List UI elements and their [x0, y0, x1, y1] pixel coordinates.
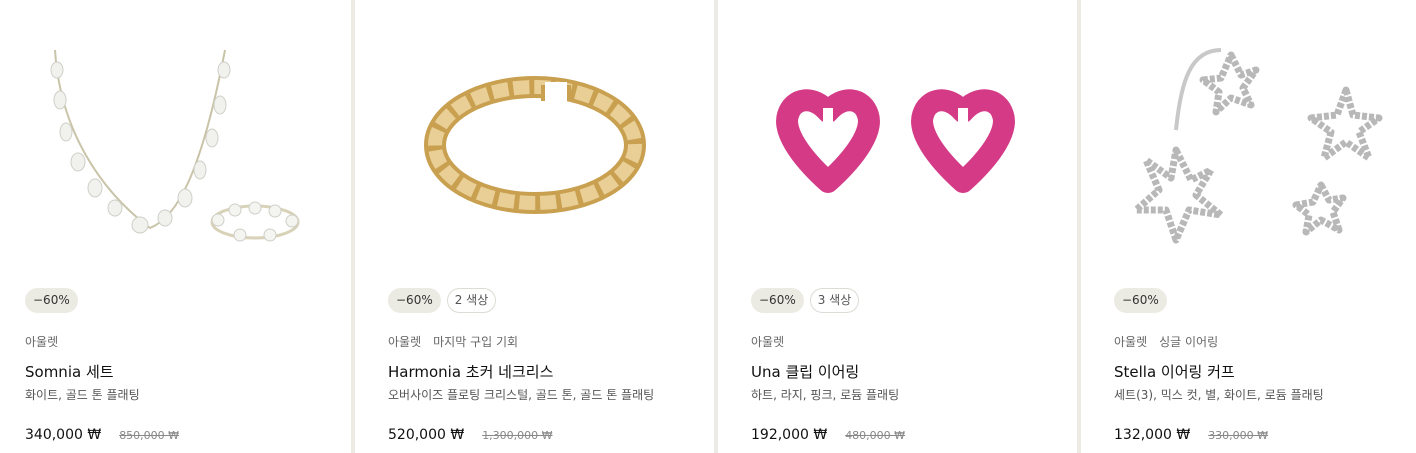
discount-badge: −60%	[25, 288, 78, 313]
category-row: 아울렛 마지막 구입 기회	[388, 333, 518, 350]
necklace-ring-image	[50, 49, 300, 242]
product-description: 하트, 라지, 핑크, 로듐 플래팅	[751, 388, 900, 402]
original-price: 1,300,000 ₩	[482, 429, 553, 442]
price-row: 340,000 ₩ 850,000 ₩	[25, 427, 179, 443]
product-description: 오버사이즈 플로팅 크리스털, 골드 톤, 골드 톤 플래팅	[388, 388, 655, 402]
sale-price: 132,000 ₩	[1114, 427, 1191, 443]
badge-row: −60%	[1114, 288, 1167, 313]
badge-row: −60%	[25, 288, 78, 313]
product-image-una[interactable]	[718, 20, 1077, 270]
price-row: 132,000 ₩ 330,000 ₩	[1114, 427, 1268, 443]
category-row: 아울렛	[25, 333, 58, 350]
product-name[interactable]: Una 클립 이어링	[751, 361, 859, 382]
product-image-somnia[interactable]	[0, 20, 351, 270]
sale-price: 340,000 ₩	[25, 427, 102, 443]
badge-row: −60% 2 색상	[388, 288, 497, 313]
discount-badge: −60%	[388, 288, 441, 313]
tag-label: 마지막 구입 기회	[433, 335, 519, 349]
original-price: 850,000 ₩	[119, 429, 180, 442]
product-name[interactable]: Somnia 세트	[25, 361, 114, 382]
product-card-somnia[interactable]: −60% 아울렛 Somnia 세트 화이트, 골드 톤 플래팅 340,000…	[0, 0, 351, 453]
product-description: 세트(3), 믹스 컷, 별, 화이트, 로듐 플래팅	[1114, 388, 1324, 402]
product-card-stella[interactable]: −60% 아울렛 싱글 이어링 Stella 이어링 커프 세트(3), 믹스 …	[1081, 0, 1416, 453]
product-image-harmonia[interactable]	[355, 20, 714, 270]
category-label: 아울렛	[25, 335, 59, 349]
tag-label: 싱글 이어링	[1159, 335, 1219, 349]
price-row: 520,000 ₩ 1,300,000 ₩	[388, 427, 553, 443]
category-row: 아울렛	[751, 333, 784, 350]
category-label: 아울렛	[388, 335, 422, 349]
pink-heart-earrings-image	[776, 89, 1015, 193]
product-name[interactable]: Harmonia 초커 네크리스	[388, 361, 553, 382]
product-grid: −60% 아울렛 Somnia 세트 화이트, 골드 톤 플래팅 340,000…	[0, 0, 1416, 453]
product-card-una[interactable]: −60% 3 색상 아울렛 Una 클립 이어링 하트, 라지, 핑크, 로듐 …	[718, 0, 1077, 453]
product-description: 화이트, 골드 톤 플래팅	[25, 388, 140, 402]
category-row: 아울렛 싱글 이어링	[1114, 333, 1218, 350]
original-price: 480,000 ₩	[845, 429, 906, 442]
sale-price: 520,000 ₩	[388, 427, 465, 443]
gold-choker-image	[424, 76, 646, 214]
color-count-badge[interactable]: 2 색상	[446, 288, 497, 313]
star-ear-cuffs-image	[1132, 48, 1383, 244]
discount-badge: −60%	[751, 288, 804, 313]
product-image-stella[interactable]	[1081, 20, 1416, 270]
category-label: 아울렛	[751, 335, 785, 349]
sale-price: 192,000 ₩	[751, 427, 828, 443]
discount-badge: −60%	[1114, 288, 1167, 313]
category-label: 아울렛	[1114, 335, 1148, 349]
color-count-badge[interactable]: 3 색상	[809, 288, 860, 313]
price-row: 192,000 ₩ 480,000 ₩	[751, 427, 905, 443]
badge-row: −60% 3 색상	[751, 288, 860, 313]
original-price: 330,000 ₩	[1208, 429, 1269, 442]
product-card-harmonia[interactable]: −60% 2 색상 아울렛 마지막 구입 기회 Harmonia 초커 네크리스…	[355, 0, 714, 453]
product-name[interactable]: Stella 이어링 커프	[1114, 361, 1235, 382]
